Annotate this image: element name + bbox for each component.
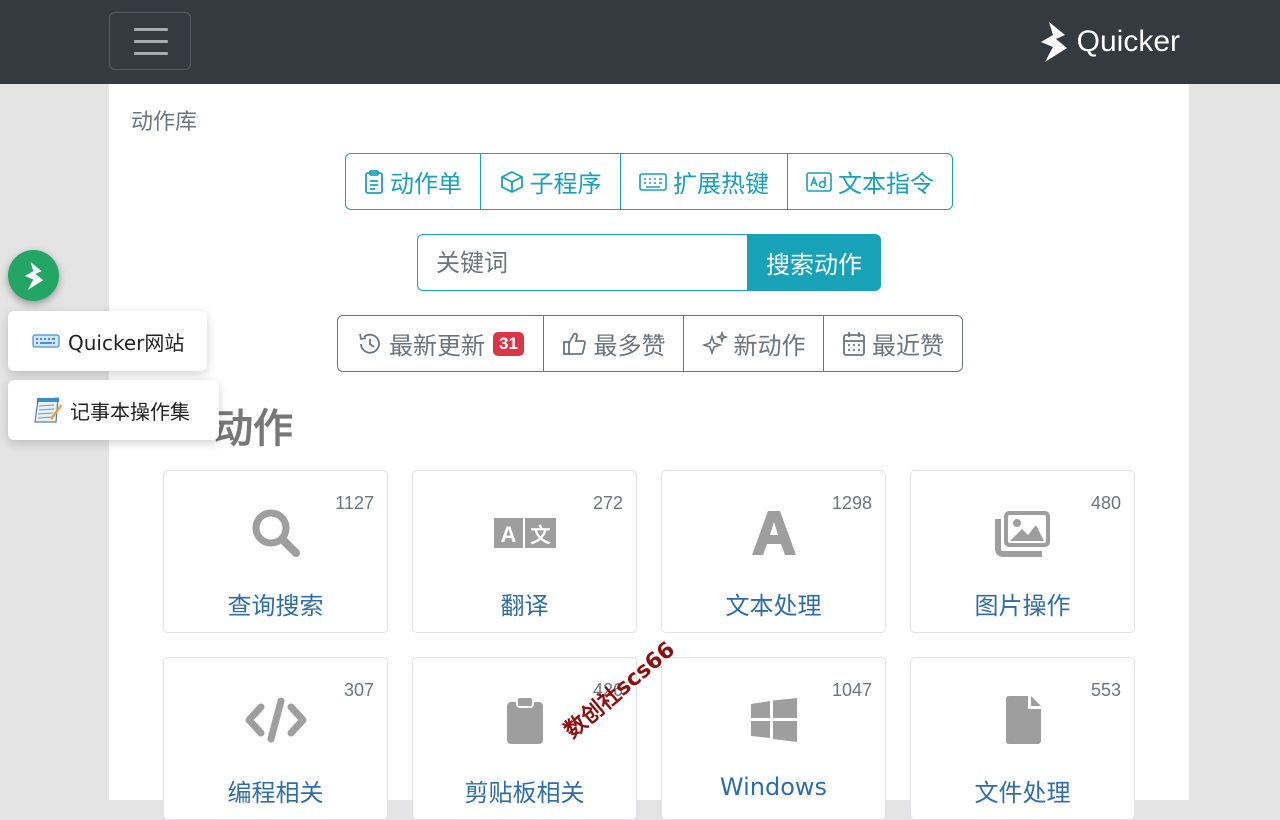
keyboard-icon (639, 172, 667, 191)
search-input[interactable] (417, 234, 747, 291)
sparkles-icon (701, 330, 728, 356)
category-card-text[interactable]: 1298 文本处理 (661, 470, 886, 633)
thumbs-up-icon (562, 332, 586, 355)
category-card-translate[interactable]: 272 A 文 翻译 (412, 470, 637, 633)
keyboard-icon (32, 334, 60, 348)
category-card-images[interactable]: 480 图片操作 (910, 470, 1135, 633)
tab-subprogram[interactable]: 子程序 (481, 154, 621, 209)
search-icon (252, 509, 300, 557)
images-icon (994, 511, 1050, 557)
tab-text-commands[interactable]: 文本指令 (788, 154, 952, 209)
lightning-icon (24, 261, 43, 290)
menu-toggle-button[interactable] (109, 12, 191, 70)
history-icon (359, 333, 380, 354)
action-type-group: 动作单 子程序 扩展热键 文本指令 (345, 153, 953, 210)
floating-menu-notepad-actions[interactable]: 记事本操作集 (8, 380, 219, 440)
tab-latest-updated[interactable]: 最新更新 31 (338, 316, 544, 371)
clipboard-list-icon (365, 169, 383, 194)
floating-menu-quicker-site[interactable]: Quicker网站 (8, 311, 207, 371)
category-card-windows[interactable]: 1047 Windows (661, 657, 886, 820)
breadcrumb[interactable]: 动作库 (131, 104, 197, 136)
tab-hotkeys[interactable]: 扩展热键 (621, 154, 788, 209)
calendar-icon (843, 331, 865, 356)
tab-recently-liked[interactable]: 最近赞 (824, 316, 962, 371)
windows-icon (750, 698, 797, 742)
tab-new-actions[interactable]: 新动作 (684, 316, 824, 371)
main-content: 动作库 动作单 子程序 扩展热键 文本指令 关键词 搜索动作 最新更新 31 最… (109, 84, 1189, 820)
update-count-badge: 31 (493, 331, 524, 356)
section-title: 动作 (213, 406, 293, 452)
category-card-files[interactable]: 553 文件处理 (910, 657, 1135, 820)
sort-group: 最新更新 31 最多赞 新动作 最近赞 (337, 315, 963, 372)
brand-name: Quicker (1076, 25, 1180, 58)
top-navbar: Quicker (0, 0, 1280, 84)
svg-text:A: A (500, 522, 516, 547)
search-bar: 搜索动作 (417, 234, 881, 291)
cube-icon (500, 170, 523, 193)
clipboard-icon (506, 696, 543, 744)
category-card-programming[interactable]: 307 编程相关 (163, 657, 388, 820)
translate-icon: A 文 (493, 518, 556, 548)
ad-icon (806, 171, 832, 192)
code-icon (245, 697, 306, 743)
notepad-icon (34, 397, 62, 423)
category-card-search[interactable]: 1127 查询搜索 (163, 470, 388, 633)
tab-most-liked[interactable]: 最多赞 (544, 316, 684, 371)
brand-logo[interactable]: Quicker (1039, 20, 1180, 64)
lightning-icon (1040, 22, 1067, 62)
quicker-fab-button[interactable] (8, 250, 59, 301)
tab-action-list[interactable]: 动作单 (346, 154, 481, 209)
search-button[interactable]: 搜索动作 (747, 234, 881, 291)
svg-text:文: 文 (530, 523, 551, 547)
file-icon (1005, 696, 1041, 744)
font-icon (751, 511, 796, 555)
